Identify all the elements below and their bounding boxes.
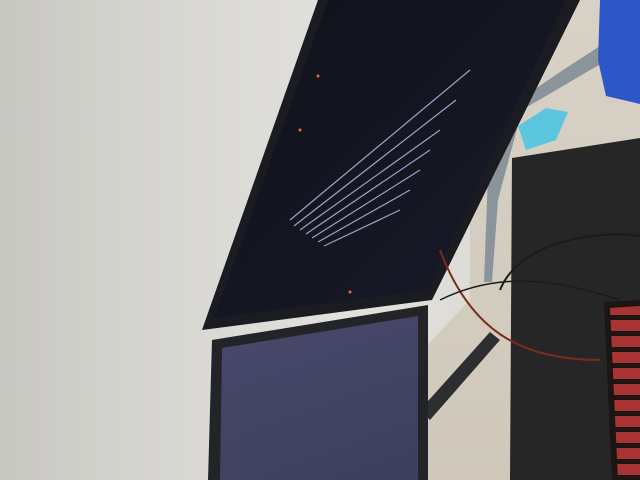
photo-scene [0,0,640,480]
